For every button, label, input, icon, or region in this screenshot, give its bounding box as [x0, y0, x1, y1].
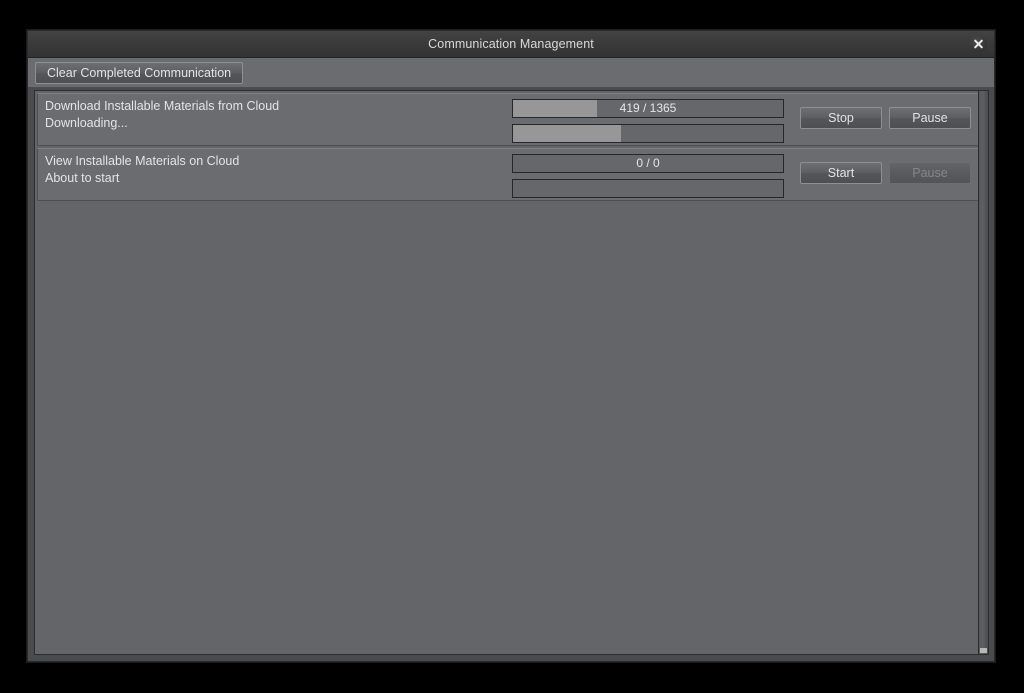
stop-button[interactable]: Stop [800, 107, 882, 129]
task-buttons: Stop Pause [800, 107, 971, 129]
close-icon[interactable] [970, 35, 987, 53]
task-row[interactable]: Download Installable Materials from Clou… [37, 93, 980, 146]
task-progress-group: 419 / 1365 [512, 99, 784, 143]
primary-progress-label: 419 / 1365 [619, 101, 677, 115]
task-status: Downloading... [45, 116, 128, 130]
pause-button: Pause [889, 162, 971, 184]
primary-progress-bar: 419 / 1365 [512, 99, 784, 118]
task-title: View Installable Materials on Cloud [45, 154, 240, 168]
start-button[interactable]: Start [800, 162, 882, 184]
toolbar: Clear Completed Communication [28, 58, 994, 88]
screen: Communication Management Clear Completed… [0, 0, 1024, 693]
dialog-right-edge-strip [978, 90, 989, 655]
titlebar: Communication Management [28, 31, 994, 58]
primary-progress-bar: 0 / 0 [512, 154, 784, 173]
task-buttons: Start Pause [800, 162, 971, 184]
clear-completed-communication-button[interactable]: Clear Completed Communication [35, 61, 244, 84]
task-status: About to start [45, 171, 120, 185]
secondary-progress-bar [512, 179, 784, 198]
window-title: Communication Management [428, 37, 594, 51]
secondary-progress-bar [512, 124, 784, 143]
task-labels: View Installable Materials on Cloud Abou… [45, 153, 505, 187]
task-progress-group: 0 / 0 [512, 154, 784, 198]
task-labels: Download Installable Materials from Clou… [45, 98, 505, 132]
resize-grip[interactable] [980, 648, 987, 653]
task-title: Download Installable Materials from Clou… [45, 99, 280, 113]
communication-management-dialog: Communication Management Clear Completed… [27, 30, 995, 662]
communication-list: Download Installable Materials from Clou… [34, 90, 983, 655]
pause-button[interactable]: Pause [889, 107, 971, 129]
secondary-progress-fill [513, 125, 621, 142]
task-row[interactable]: View Installable Materials on Cloud Abou… [37, 148, 980, 201]
primary-progress-label: 0 / 0 [636, 156, 660, 170]
